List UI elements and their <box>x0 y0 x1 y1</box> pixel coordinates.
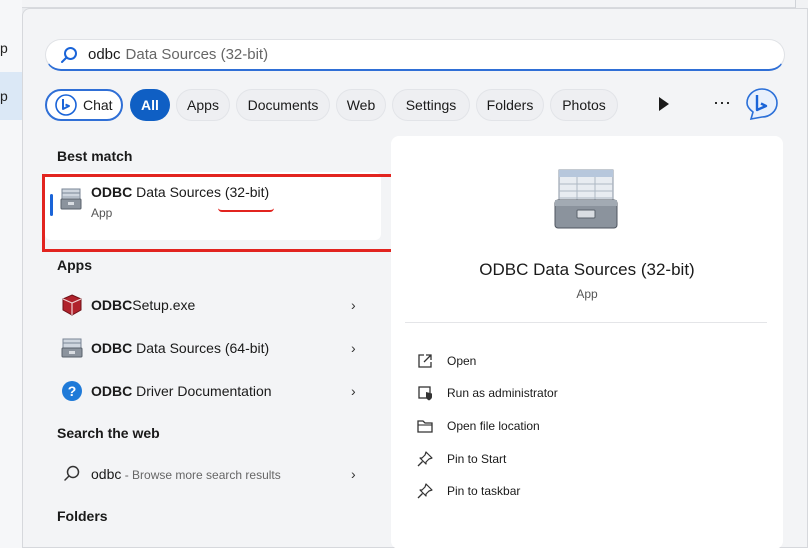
action-pin-to-taskbar[interactable]: Pin to taskbar <box>417 481 520 501</box>
setup-box-icon <box>62 294 82 316</box>
search-icon <box>61 46 77 63</box>
app-result-odbc-64[interactable]: ODBC Data Sources (64-bit) › <box>45 328 381 368</box>
apps-heading: Apps <box>57 257 92 273</box>
shield-run-icon <box>418 386 432 401</box>
search-input[interactable]: odbc Data Sources (32-bit) <box>45 39 785 71</box>
annotation-highlight-box <box>42 174 408 252</box>
detail-title: ODBC Data Sources (32-bit) <box>479 260 695 279</box>
divider <box>405 322 767 323</box>
action-label: Pin to Start <box>447 452 507 466</box>
folder-icon <box>417 420 433 433</box>
web-search-heading: Search the web <box>57 425 160 441</box>
background-window-left: p p <box>0 0 22 548</box>
result-detail-pane: ODBC Data Sources (32-bit) App Open Run … <box>391 136 783 548</box>
background-window-toolbar <box>0 0 808 8</box>
app-result-label: ODBC Data Sources (64-bit) <box>91 340 270 356</box>
filter-photos[interactable]: Photos <box>550 89 618 121</box>
background-text: p <box>0 88 8 104</box>
bing-chat-icon <box>55 94 77 116</box>
action-run-as-admin[interactable]: Run as administrator <box>417 383 558 403</box>
chat-label: Chat <box>83 97 113 113</box>
app-result-odbc-docs[interactable]: ? ODBC Driver Documentation › <box>45 371 381 411</box>
filter-apps[interactable]: Apps <box>176 89 230 121</box>
chevron-right-icon[interactable]: › <box>351 297 356 313</box>
detail-type: App <box>576 287 598 301</box>
chevron-right-icon[interactable]: › <box>351 383 356 399</box>
app-result-label: ODBC Driver Documentation <box>91 383 272 399</box>
folders-heading: Folders <box>57 508 108 524</box>
filter-web[interactable]: Web <box>336 89 386 121</box>
action-label: Open file location <box>447 419 540 433</box>
help-icon: ? <box>62 381 82 401</box>
action-open-file-location[interactable]: Open file location <box>417 416 540 436</box>
background-text: p <box>0 40 8 56</box>
odbc-datasource-icon <box>61 338 83 358</box>
app-result-label: ODBCSetup.exe <box>91 297 196 313</box>
action-open[interactable]: Open <box>417 351 476 371</box>
start-search-panel: odbc Data Sources (32-bit) Chat All Apps… <box>22 8 808 548</box>
annotation-underline <box>218 208 274 212</box>
filter-all[interactable]: All <box>130 89 170 121</box>
bing-icon[interactable] <box>745 87 779 121</box>
action-pin-to-start[interactable]: Pin to Start <box>417 449 506 469</box>
app-result-odbcsetup[interactable]: ODBCSetup.exe › <box>45 285 381 325</box>
chevron-right-icon[interactable]: › <box>351 466 356 482</box>
action-label: Pin to taskbar <box>447 484 521 498</box>
filter-settings[interactable]: Settings <box>392 89 470 121</box>
search-icon <box>64 465 80 481</box>
web-search-result[interactable]: odbc - Browse more search results › <box>45 454 381 494</box>
odbc-datasource-icon <box>554 169 618 229</box>
search-query: odbc <box>88 46 121 63</box>
search-suggestion: Data Sources (32-bit) <box>125 46 269 63</box>
chat-button[interactable]: Chat <box>45 89 123 121</box>
filter-folders[interactable]: Folders <box>476 89 544 121</box>
more-options-button[interactable]: ⋯ <box>713 93 732 114</box>
search-filters: Chat All Apps Documents Web Settings Fol… <box>45 87 785 121</box>
web-search-label: odbc - Browse more search results <box>91 466 281 482</box>
filter-documents[interactable]: Documents <box>236 89 330 121</box>
chevron-right-icon[interactable]: › <box>351 340 356 356</box>
pin-icon <box>417 483 433 499</box>
open-external-icon <box>418 354 432 368</box>
best-match-heading: Best match <box>57 148 133 164</box>
pin-icon <box>417 451 433 467</box>
action-label: Open <box>447 354 477 368</box>
action-label: Run as administrator <box>447 386 558 400</box>
play-arrow-icon[interactable] <box>659 97 669 111</box>
svg-text:?: ? <box>68 383 77 399</box>
